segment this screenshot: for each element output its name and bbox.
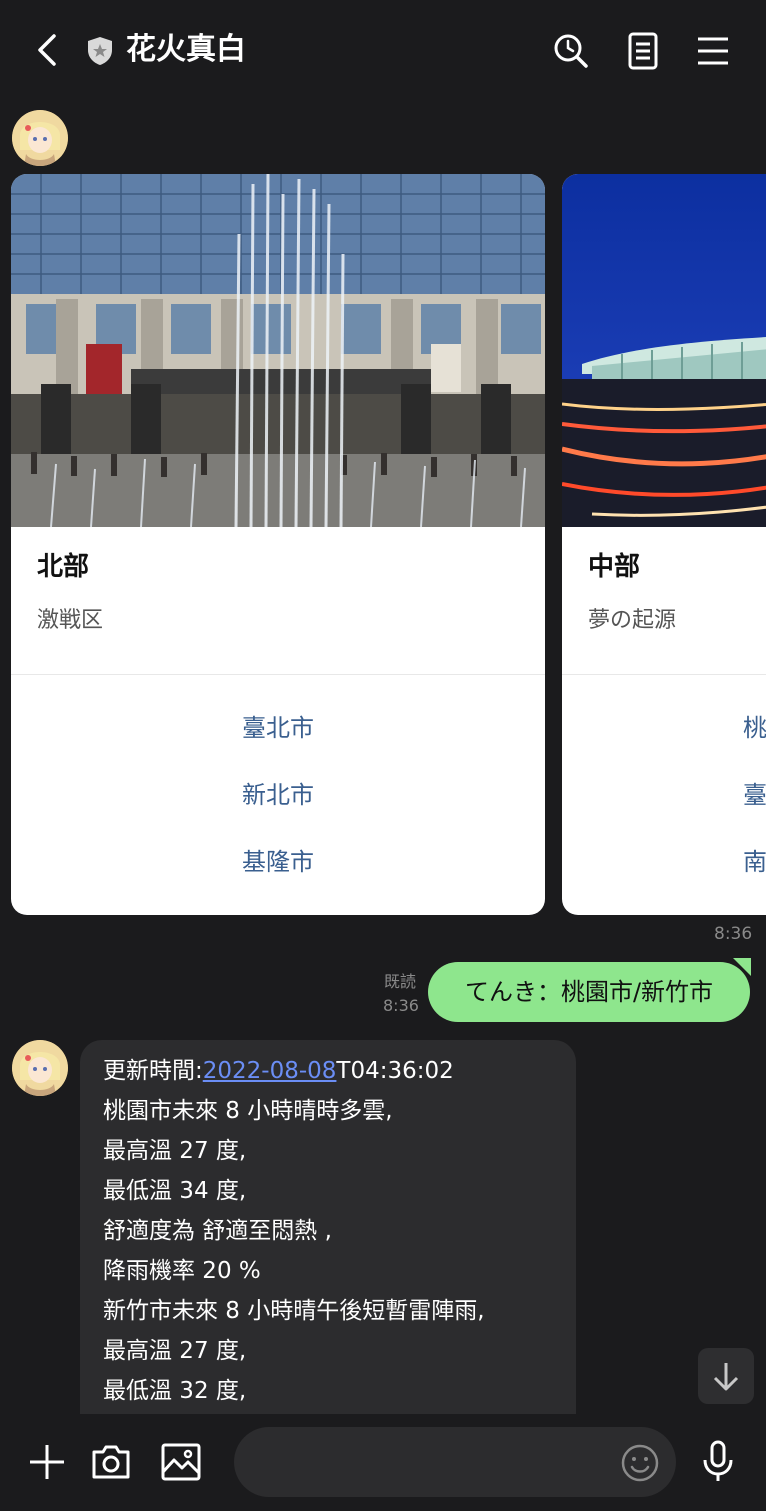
bot-avatar[interactable] [12,1040,68,1096]
shield-icon [84,35,116,67]
camera-button[interactable] [88,1439,134,1485]
message-line: 最高溫 27 度, [103,1338,247,1364]
back-arrow-icon [38,34,56,66]
mic-icon [703,1440,733,1481]
notes-icon [628,32,658,70]
date-link[interactable]: 2022-08-08 [203,1058,337,1084]
card-divider [11,674,545,675]
update-time-prefix: 更新時間: [103,1058,203,1084]
image-button[interactable] [158,1439,204,1485]
card-subtitle: 夢の起源 [588,608,677,633]
input-bar [0,1414,766,1511]
chat-title: 花火真白 [126,32,246,67]
message-line: 桃園市未來 8 小時晴時多雲, [103,1098,393,1124]
menu-icon [698,37,728,65]
bot-avatar[interactable] [12,110,68,166]
card-link-keelung[interactable]: 基隆市 [11,845,545,879]
message-line: 最低溫 32 度, [103,1378,247,1404]
card-link-3[interactable]: 南 [743,845,766,879]
card-title: 北部 [37,552,90,582]
search-clock-icon [554,34,588,68]
message-line: 降雨機率 20 % [103,1258,261,1284]
card-image-mall [11,174,545,527]
region-card-north[interactable]: 北部 激戦区 臺北市 新北市 基隆市 [11,174,545,915]
card-link-1[interactable]: 桃 [743,711,766,745]
card-image-airport [562,174,766,527]
arrow-down-icon [713,1363,739,1391]
notes-button[interactable] [620,28,666,74]
message-line: 最低溫 34 度, [103,1178,247,1204]
message-line: 新竹市未來 8 小時晴午後短暫雷陣雨, [103,1298,485,1324]
card-title: 中部 [588,552,641,582]
add-button[interactable] [24,1439,70,1485]
card-subtitle: 激戦区 [37,608,104,633]
emoji-button[interactable] [618,1441,662,1485]
camera-icon [92,1445,130,1479]
read-receipt: 既読 [384,972,417,991]
chat-screen: 花火真白 北部 激戦区 臺北市 新北市 基隆市 中部 夢の起源 桃 臺 南 8:… [0,0,766,1511]
message-line: 舒適度為 舒適至悶熱 , [103,1218,332,1244]
search-button[interactable] [548,28,594,74]
card-link-new-taipei[interactable]: 新北市 [11,778,545,812]
menu-button[interactable] [690,28,736,74]
back-button[interactable] [26,28,70,72]
message-line: 最高溫 27 度, [103,1138,247,1164]
emoji-icon [621,1444,659,1482]
carousel-timestamp: 8:36 [714,924,753,944]
mic-button[interactable] [694,1437,742,1485]
update-time-line: 更新時間:2022-08-08T04:36:02 [103,1055,454,1087]
sent-message-bubble[interactable]: てんき：桃園市/新竹市 [428,962,750,1022]
card-link-taipei[interactable]: 臺北市 [11,711,545,745]
sent-timestamp: 8:36 [383,996,419,1015]
message-input[interactable] [234,1427,676,1497]
card-link-2[interactable]: 臺 [743,778,766,812]
region-card-central[interactable]: 中部 夢の起源 桃 臺 南 [562,174,766,915]
chat-header: 花火真白 [0,0,766,100]
image-icon [161,1443,201,1481]
scroll-to-bottom-button[interactable] [698,1348,754,1404]
update-time-value: T04:36:02 [336,1058,454,1084]
plus-icon [30,1445,64,1479]
card-divider [562,674,766,675]
